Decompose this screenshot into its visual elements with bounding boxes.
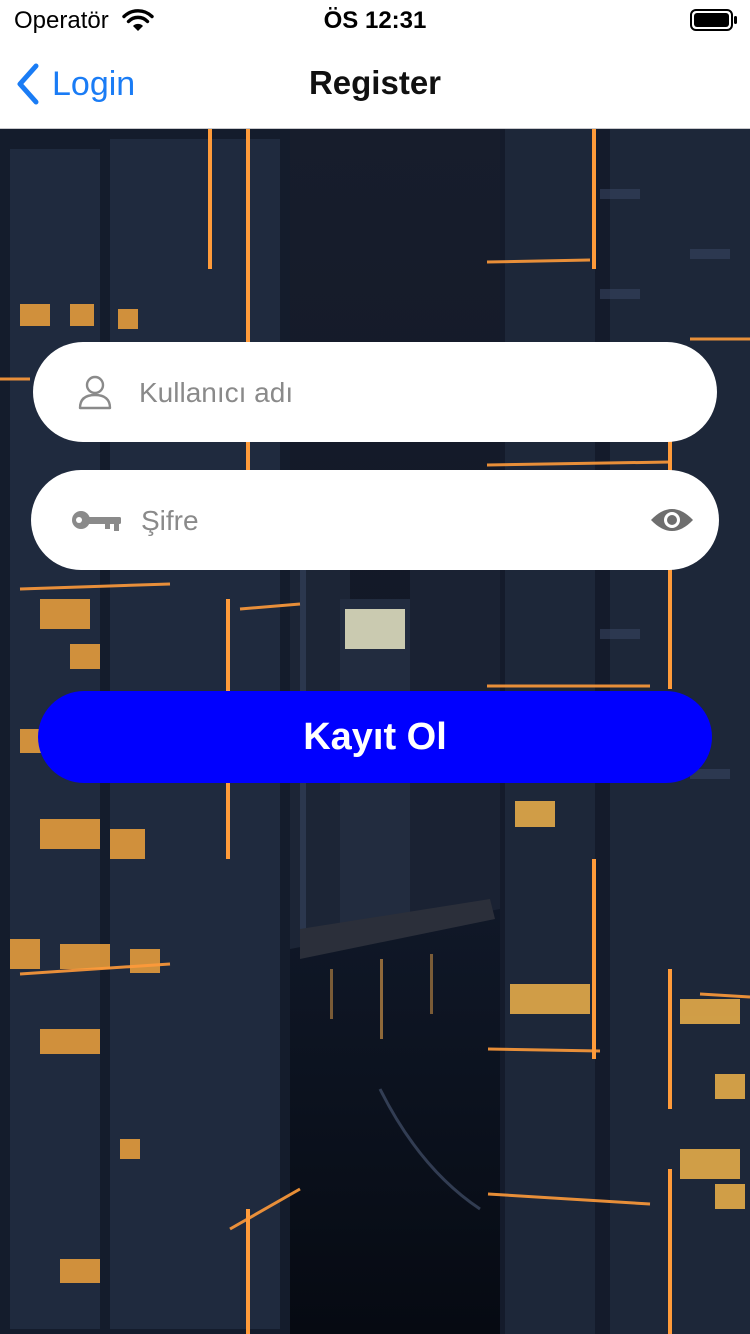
key-icon: [72, 511, 121, 531]
username-input[interactable]: [137, 362, 681, 424]
battery-icon: [690, 9, 737, 31]
page-title: Register: [308, 64, 442, 101]
status-bar: Operatör ÖS 12:31: [0, 0, 750, 40]
username-field[interactable]: [33, 342, 717, 442]
password-input[interactable]: [139, 490, 633, 552]
navigation-bar: Login Register: [0, 40, 750, 129]
person-icon: [78, 375, 112, 410]
register-button[interactable]: Kayıt Ol: [38, 691, 712, 783]
password-field[interactable]: [31, 470, 719, 570]
status-time: ÖS 12:31: [323, 7, 427, 34]
eye-icon[interactable]: [649, 504, 695, 536]
